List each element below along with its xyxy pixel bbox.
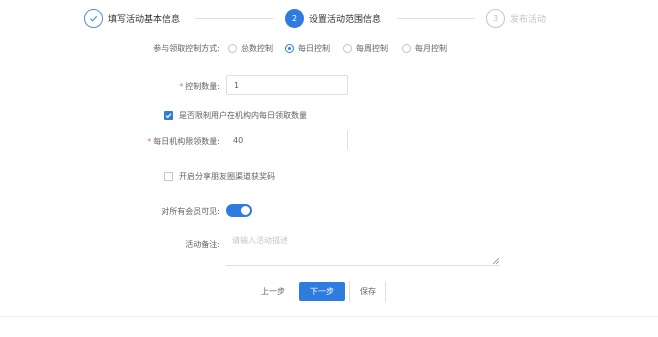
remark-textarea[interactable]: 请输入活动描述 — [226, 235, 500, 266]
footer-divider — [0, 316, 658, 317]
step-connector — [397, 18, 475, 19]
divider — [385, 281, 386, 302]
radio-total[interactable]: 总数控制 — [228, 43, 273, 54]
limit-checkbox[interactable]: 是否限制用户在机构内每日领取数量 — [164, 110, 307, 121]
required-mark: * — [147, 137, 152, 146]
resize-handle-icon[interactable] — [493, 258, 499, 264]
share-checkbox-label: 开启分享朋友圈渠道获奖码 — [179, 172, 275, 181]
visible-switch-label: 对所有会员可见: — [161, 207, 220, 216]
radio-daily[interactable]: 每日控制 — [285, 43, 330, 54]
radio-label: 总数控制 — [241, 44, 273, 53]
step-2-title: 设置活动范围信息 — [309, 14, 382, 25]
checkbox-box — [164, 172, 173, 181]
next-button[interactable]: 下一步 — [299, 282, 345, 301]
radio-label: 每日控制 — [298, 44, 330, 53]
daily-limit-label-text: 每日机构限领数量: — [153, 137, 220, 146]
divider — [349, 281, 350, 302]
required-mark: * — [179, 82, 184, 91]
step-connector — [195, 18, 273, 19]
control-count-label-text: 控制数量: — [185, 82, 220, 91]
control-count-label: * 控制数量: — [120, 81, 220, 92]
daily-limit-input[interactable]: 40 — [226, 130, 348, 150]
visible-switch[interactable] — [226, 204, 252, 217]
limit-checkbox-label: 是否限制用户在机构内每日领取数量 — [179, 111, 307, 120]
step-3: 3 发布活动 — [486, 6, 546, 30]
radio-label: 每月控制 — [415, 44, 447, 53]
radio-circle — [402, 44, 411, 53]
step-2: 2 设置活动范围信息 — [285, 6, 381, 30]
remark-placeholder: 请输入活动描述 — [232, 236, 288, 245]
share-checkbox[interactable]: 开启分享朋友圈渠道获奖码 — [164, 171, 275, 182]
check-icon — [84, 8, 103, 28]
radio-circle — [343, 44, 352, 53]
radio-circle — [228, 44, 237, 53]
step-1: 填写活动基本信息 — [84, 6, 180, 30]
daily-limit-label: * 每日机构限领数量: — [120, 136, 220, 147]
radio-label: 每周控制 — [356, 44, 388, 53]
steps-bar: 填写活动基本信息 2 设置活动范围信息 3 发布活动 — [0, 6, 658, 30]
prev-button[interactable]: 上一步 — [250, 282, 296, 301]
radio-circle-selected — [285, 44, 294, 53]
step-1-title: 填写活动基本信息 — [108, 14, 181, 25]
radio-monthly[interactable]: 每月控制 — [402, 43, 447, 54]
save-button[interactable]: 保存 — [352, 282, 384, 301]
switch-knob — [241, 206, 250, 215]
step-3-title: 发布活动 — [510, 14, 547, 25]
record-method-label: 参与领取控制方式: — [153, 44, 220, 53]
step-3-number: 3 — [486, 8, 505, 28]
radio-weekly[interactable]: 每周控制 — [343, 43, 388, 54]
remark-label: 活动备注: — [185, 240, 220, 249]
control-count-input[interactable]: 1 — [226, 75, 348, 95]
step-2-number: 2 — [285, 8, 304, 28]
checkbox-box-checked — [164, 111, 173, 120]
